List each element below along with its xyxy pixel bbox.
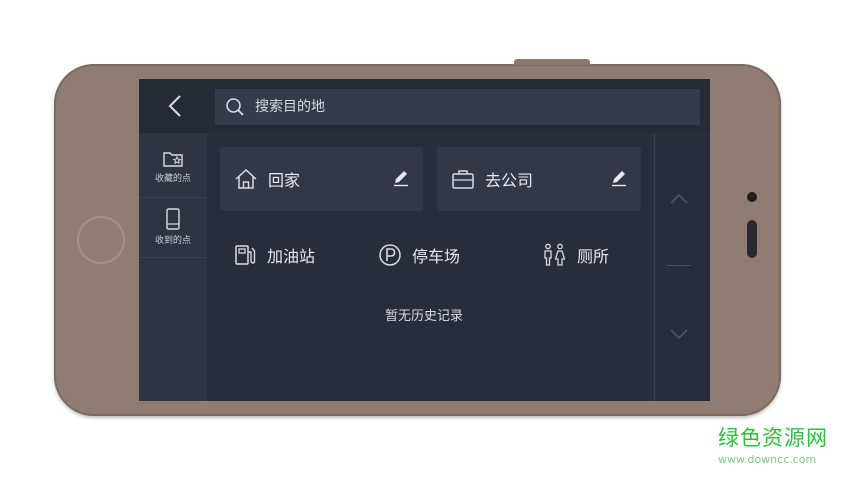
shortcut-company-card[interactable]: 去公司 (437, 147, 641, 211)
scroll-up-button[interactable] (669, 193, 689, 205)
shortcut-company-label: 去公司 (485, 171, 534, 190)
search-box[interactable] (215, 89, 700, 125)
sidebar-item-received[interactable]: 收到的点 (139, 199, 207, 255)
scroll-down-button[interactable] (669, 328, 689, 340)
earpiece-speaker (747, 220, 757, 258)
shortcut-home-label: 回家 (268, 171, 301, 190)
sidebar-item-favorites[interactable]: 收藏的点 (139, 139, 207, 195)
power-hardware-button[interactable] (514, 59, 590, 65)
search-input[interactable] (253, 98, 677, 116)
quick-restroom[interactable]: 厕所 (541, 239, 609, 271)
sidebar-divider (139, 257, 207, 258)
pencil-icon (612, 171, 626, 187)
gas-station-icon (235, 245, 256, 265)
home-hardware-button[interactable] (77, 216, 125, 264)
quick-parking-label: 停车场 (412, 247, 461, 266)
parking-icon (379, 244, 401, 266)
scroller-divider (667, 265, 691, 266)
front-camera (747, 192, 757, 202)
chevron-up-icon (670, 193, 688, 204)
phone-received-icon (166, 208, 180, 230)
restroom-icon (544, 243, 566, 266)
search-bar-area (139, 79, 710, 133)
quick-restroom-label: 厕所 (577, 247, 610, 266)
chevron-left-icon (168, 95, 181, 117)
edit-home-button[interactable] (391, 167, 411, 187)
sidebar-item-label: 收藏的点 (154, 174, 191, 184)
search-icon (225, 97, 245, 117)
sidebar: 收藏的点 收到的点 (139, 133, 207, 401)
pencil-icon (394, 171, 408, 187)
quick-gas-station-label: 加油站 (267, 247, 316, 266)
page-scroller (654, 133, 710, 401)
home-icon (234, 168, 258, 190)
sidebar-item-label: 收到的点 (154, 236, 191, 246)
quick-gas-station[interactable]: 加油站 (233, 239, 315, 271)
quick-parking[interactable]: 停车场 (378, 239, 460, 271)
watermark-title: 绿色资源网 (718, 426, 828, 450)
favorite-folder-icon (163, 152, 183, 167)
sidebar-divider (139, 197, 207, 198)
chevron-down-icon (670, 329, 688, 340)
back-button[interactable] (157, 91, 193, 121)
history-empty-text: 暂无历史记录 (385, 309, 464, 324)
watermark: 绿色资源网 www.downcc.com (718, 422, 838, 466)
edit-company-button[interactable] (609, 167, 629, 187)
watermark-url: www.downcc.com (718, 453, 817, 466)
shortcut-home-card[interactable]: 回家 (220, 147, 423, 211)
briefcase-icon (451, 168, 475, 190)
navigation-screen: 收藏的点 收到的点 回家 (139, 79, 710, 401)
